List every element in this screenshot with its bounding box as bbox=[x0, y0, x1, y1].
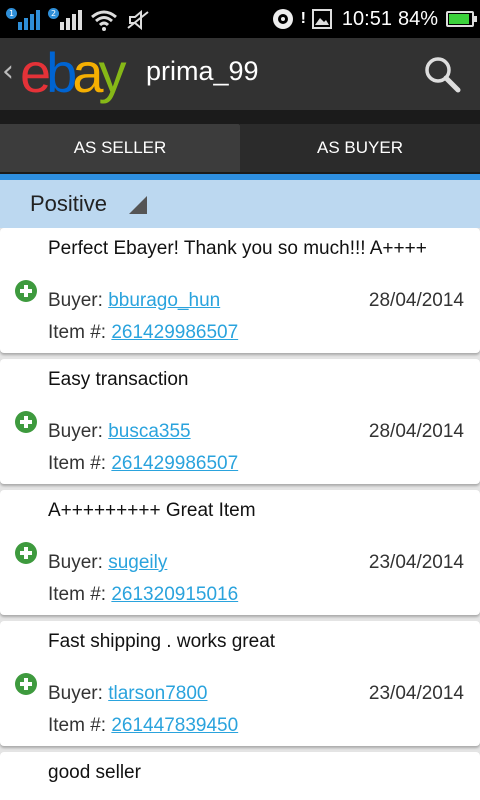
buyer-link[interactable]: bburago_hun bbox=[108, 290, 220, 311]
feedback-comment: Fast shipping . works great bbox=[48, 631, 276, 652]
item-link[interactable]: 261447839450 bbox=[111, 715, 238, 736]
feedback-comment: Perfect Ebayer! Thank you so much!!! A++… bbox=[48, 238, 427, 259]
clock: 10:51 bbox=[341, 7, 392, 30]
positive-rating-icon bbox=[15, 673, 37, 695]
buyer-link[interactable]: sugeily bbox=[108, 552, 167, 573]
feedback-item[interactable]: Easy transaction Buyer: busca355 28/04/2… bbox=[0, 359, 480, 484]
sync-icon bbox=[272, 9, 293, 29]
tab-as-buyer[interactable]: AS BUYER bbox=[240, 124, 480, 172]
buyer-row: Buyer: busca355 bbox=[48, 421, 191, 443]
feedback-item[interactable]: good seller bbox=[0, 752, 480, 800]
feedback-comment: Easy transaction bbox=[48, 369, 189, 390]
item-row: Item #: 261429986507 bbox=[48, 322, 238, 344]
ebay-logo[interactable]: ebay bbox=[20, 40, 126, 106]
app-bar: ‹ ebay prima_99 bbox=[0, 38, 480, 110]
buyer-label: Buyer: bbox=[48, 683, 103, 704]
buyer-label: Buyer: bbox=[48, 421, 103, 442]
dropdown-arrow-icon[interactable] bbox=[129, 196, 147, 214]
buyer-row: Buyer: sugeily bbox=[48, 552, 167, 574]
search-icon[interactable] bbox=[420, 52, 464, 96]
feedback-item[interactable]: A+++++++++ Great Item Buyer: sugeily 23/… bbox=[0, 490, 480, 615]
filter-label: Positive bbox=[30, 191, 108, 216]
tab-bar: AS SELLER AS BUYER bbox=[0, 110, 480, 180]
battery-percent: 84% bbox=[397, 7, 438, 30]
buyer-label: Buyer: bbox=[48, 552, 103, 573]
feedback-date: 28/04/2014 bbox=[368, 421, 464, 442]
feedback-comment: A+++++++++ Great Item bbox=[48, 500, 256, 521]
feedback-date: 23/04/2014 bbox=[368, 683, 464, 704]
item-row: Item #: 261429986507 bbox=[48, 453, 238, 475]
feedback-date: 28/04/2014 bbox=[368, 290, 464, 311]
buyer-link[interactable]: tlarson7800 bbox=[108, 683, 207, 704]
item-row: Item #: 261320915016 bbox=[48, 584, 238, 606]
item-link[interactable]: 261320915016 bbox=[111, 584, 238, 605]
sim1-badge: 1 bbox=[6, 8, 17, 19]
item-label: Item #: bbox=[48, 453, 107, 474]
feedback-date: 23/04/2014 bbox=[368, 552, 464, 573]
signal-icon: 1 bbox=[6, 8, 40, 32]
buyer-row: Buyer: bburago_hun bbox=[48, 290, 220, 312]
item-label: Item #: bbox=[48, 715, 107, 736]
signal-icon: 2 bbox=[48, 8, 82, 32]
mute-icon bbox=[127, 9, 149, 31]
item-label: Item #: bbox=[48, 584, 107, 605]
positive-rating-icon bbox=[15, 280, 37, 302]
username-title: prima_99 bbox=[146, 56, 259, 86]
feedback-list[interactable]: Perfect Ebayer! Thank you so much!!! A++… bbox=[0, 228, 480, 800]
buyer-link[interactable]: busca355 bbox=[108, 421, 190, 442]
buyer-row: Buyer: tlarson7800 bbox=[48, 683, 208, 705]
notification-icon: ! bbox=[300, 10, 306, 27]
status-bar: 1 2 ! 10:51 84% bbox=[0, 0, 480, 38]
tab-as-seller[interactable]: AS SELLER bbox=[0, 124, 240, 172]
wifi-icon bbox=[91, 10, 117, 31]
feedback-comment: good seller bbox=[48, 762, 141, 783]
logo-letter: a bbox=[72, 41, 103, 104]
rating-filter[interactable]: Positive bbox=[0, 180, 480, 228]
positive-rating-icon bbox=[15, 542, 37, 564]
item-label: Item #: bbox=[48, 322, 107, 343]
image-icon bbox=[311, 9, 332, 29]
buyer-label: Buyer: bbox=[48, 290, 103, 311]
logo-letter: y bbox=[98, 41, 126, 104]
feedback-item[interactable]: Perfect Ebayer! Thank you so much!!! A++… bbox=[0, 228, 480, 353]
logo-letter: e bbox=[20, 41, 51, 104]
item-link[interactable]: 261429986507 bbox=[111, 322, 238, 343]
positive-rating-icon bbox=[15, 411, 37, 433]
feedback-item[interactable]: Fast shipping . works great Buyer: tlars… bbox=[0, 621, 480, 746]
sim2-badge: 2 bbox=[48, 8, 59, 19]
item-link[interactable]: 261429986507 bbox=[111, 453, 238, 474]
battery-icon bbox=[446, 11, 477, 27]
back-chevron-icon[interactable]: ‹ bbox=[2, 54, 14, 89]
logo-letter: b bbox=[46, 41, 77, 104]
item-row: Item #: 261447839450 bbox=[48, 715, 238, 737]
